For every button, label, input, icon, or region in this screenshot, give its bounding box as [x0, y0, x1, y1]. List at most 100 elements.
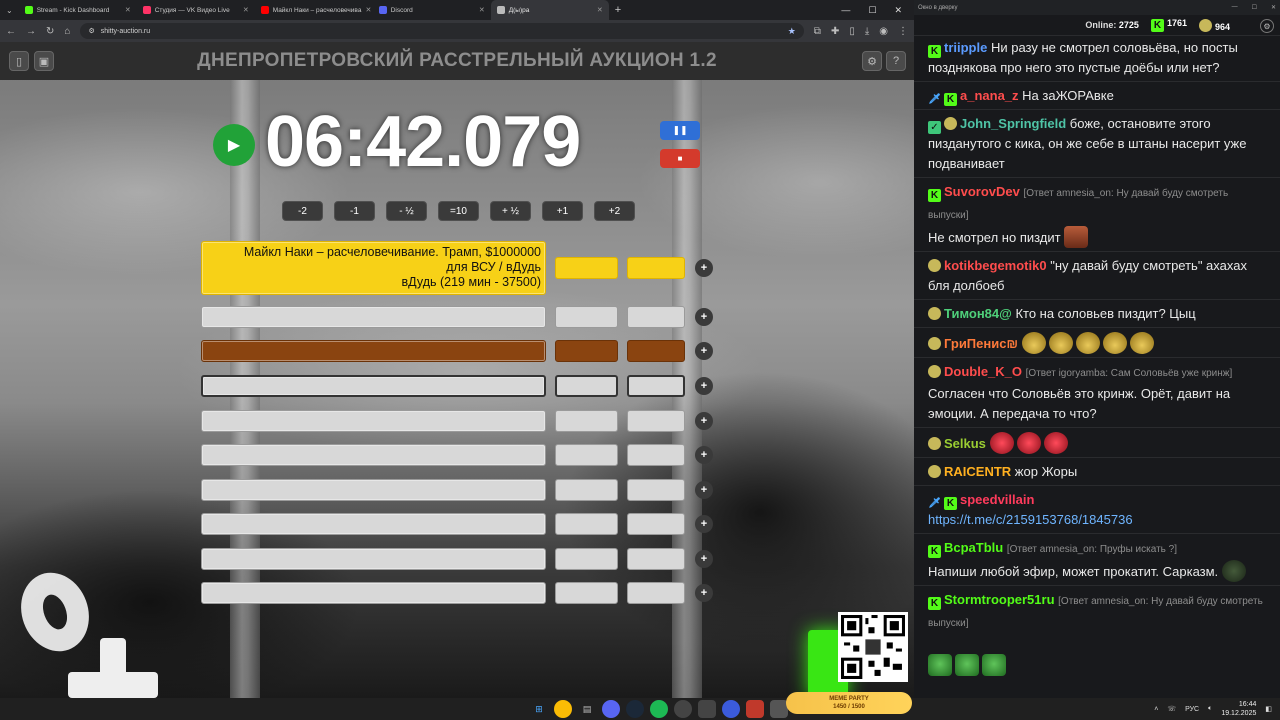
sidebar-icon[interactable]: ▯ — [849, 26, 855, 37]
lot-name-field[interactable] — [201, 306, 546, 328]
chat-username[interactable]: Double_K_O — [944, 364, 1022, 379]
url-field[interactable]: ⚙ shitty-auction.ru ★ — [80, 23, 804, 39]
notifications-icon[interactable]: ◧ — [1265, 705, 1272, 713]
spotify-icon[interactable] — [650, 700, 668, 718]
chat-username[interactable]: a_nana_z — [960, 88, 1019, 103]
tab-close-icon[interactable]: ✕ — [597, 6, 603, 14]
site-info-icon[interactable]: ⚙ — [88, 27, 94, 35]
lot-name-field[interactable] — [201, 582, 546, 604]
browser-tab[interactable]: Майкл Наки – расчеловечива ✕ — [255, 0, 373, 20]
timer-adjust-button[interactable]: -2 — [282, 201, 323, 221]
play-button[interactable]: ▶ — [213, 124, 255, 166]
stop-button[interactable]: ■ — [660, 149, 700, 168]
chat-minimize-icon[interactable]: — — [1232, 4, 1238, 11]
app-icon[interactable] — [746, 700, 764, 718]
timer-adjust-button[interactable]: + ½ — [490, 201, 531, 221]
chat-link[interactable]: https://t.me/c/2159153768/1845736 — [928, 512, 1133, 527]
chat-username[interactable]: triipple — [944, 40, 987, 55]
add-bid-button[interactable]: + — [695, 342, 713, 360]
lot-name-field[interactable] — [201, 479, 546, 501]
add-bid-button[interactable]: + — [695, 481, 713, 499]
tab-search-icon[interactable]: ⌄ — [0, 6, 19, 15]
timer-adjust-button[interactable]: +2 — [594, 201, 635, 221]
chat-username[interactable]: SuvorovDev — [944, 184, 1020, 199]
add-bid-button[interactable]: + — [695, 412, 713, 430]
lot-name-field[interactable]: Майкл Наки – расчеловечивание. Трамп, $1… — [201, 241, 546, 295]
chat-username[interactable]: Stormtrooper51ru — [944, 592, 1055, 607]
add-bid-button[interactable]: + — [695, 550, 713, 568]
add-bid-button[interactable]: + — [695, 377, 713, 395]
chat-username[interactable]: RAICENTR — [944, 464, 1011, 479]
lot-extra-field[interactable] — [627, 444, 685, 466]
network-icon[interactable]: ☏ — [1167, 705, 1176, 713]
timer-adjust-button[interactable]: =10 — [438, 201, 479, 221]
browser-tab[interactable]: Д(ы)ра ✕ — [490, 0, 609, 20]
tab-close-icon[interactable]: ✕ — [243, 6, 249, 14]
lot-name-field[interactable] — [201, 513, 546, 535]
pause-button[interactable]: ❚❚ — [660, 121, 700, 140]
chat-username[interactable]: BcpaTblu — [944, 540, 1003, 555]
lot-amount-field[interactable] — [555, 444, 618, 466]
obs-icon[interactable] — [674, 700, 692, 718]
lot-name-field[interactable] — [201, 410, 546, 432]
lot-name-field[interactable] — [201, 548, 546, 570]
tab-close-icon[interactable]: ✕ — [365, 6, 371, 14]
browser-menu-icon[interactable]: ⋮ — [898, 26, 908, 37]
lot-extra-field[interactable] — [627, 306, 685, 328]
browser-tab[interactable]: Студия — VK Видео Live ✕ — [137, 0, 255, 20]
lot-extra-field[interactable] — [627, 375, 685, 397]
add-bid-button[interactable]: + — [695, 584, 713, 602]
timer-adjust-button[interactable]: - ½ — [386, 201, 427, 221]
lot-name-field[interactable] — [201, 444, 546, 466]
tab-close-icon[interactable]: ✕ — [125, 6, 131, 14]
lot-amount-field[interactable] — [555, 306, 618, 328]
reload-icon[interactable]: ↻ — [46, 26, 54, 37]
save-button[interactable]: ▣ — [34, 51, 54, 71]
browser-tab[interactable]: Stream - Kick Dashboard ✕ — [19, 0, 137, 20]
terminal-icon[interactable] — [698, 700, 716, 718]
lot-extra-field[interactable] — [627, 513, 685, 535]
lot-amount-field[interactable] — [555, 479, 618, 501]
lot-amount-field[interactable] — [555, 257, 618, 279]
maximize-icon[interactable]: ☐ — [868, 5, 876, 16]
extension-icon[interactable]: ⧉ — [814, 26, 821, 37]
help-icon[interactable]: ? — [886, 51, 906, 71]
close-icon[interactable]: ✕ — [894, 5, 902, 16]
language-indicator[interactable]: РУС — [1185, 706, 1199, 713]
lot-name-field[interactable] — [201, 340, 546, 362]
timer-adjust-button[interactable]: -1 — [334, 201, 375, 221]
clock[interactable]: 16:44 19.12.2025 — [1221, 700, 1256, 718]
lot-amount-field[interactable] — [555, 513, 618, 535]
profile-icon[interactable]: ◉ — [879, 26, 888, 37]
forward-icon[interactable]: → — [26, 26, 36, 37]
lot-extra-field[interactable] — [627, 257, 685, 279]
start-icon[interactable]: ⊞ — [530, 700, 548, 718]
bookmark-star-icon[interactable]: ★ — [788, 26, 796, 37]
lot-extra-field[interactable] — [627, 410, 685, 432]
lot-amount-field[interactable] — [555, 375, 618, 397]
lot-amount-field[interactable] — [555, 582, 618, 604]
download-icon[interactable]: ⤓ — [865, 26, 869, 37]
steam-icon[interactable] — [626, 700, 644, 718]
chat-username[interactable]: kotikbegemotik0 — [944, 258, 1047, 273]
media-player-icon[interactable] — [722, 700, 740, 718]
new-tab-button[interactable]: + — [609, 4, 627, 16]
lot-extra-field[interactable] — [627, 548, 685, 570]
back-icon[interactable]: ← — [6, 26, 16, 37]
chat-username[interactable]: Тимон84@ — [944, 306, 1012, 321]
lot-extra-field[interactable] — [627, 340, 685, 362]
add-bid-button[interactable]: + — [695, 308, 713, 326]
settings-gear-icon[interactable]: ⚙ — [862, 51, 882, 71]
file-explorer-icon[interactable]: ▤ — [578, 700, 596, 718]
chat-username[interactable]: Selkus — [944, 436, 986, 451]
lot-extra-field[interactable] — [627, 582, 685, 604]
lot-amount-field[interactable] — [555, 548, 618, 570]
lot-name-field[interactable] — [201, 375, 546, 397]
minimize-icon[interactable]: — — [841, 5, 850, 16]
chat-close-icon[interactable]: ✕ — [1271, 4, 1276, 11]
tray-expand-icon[interactable]: ˄ — [1154, 706, 1158, 713]
tab-close-icon[interactable]: ✕ — [479, 6, 485, 14]
chrome-icon[interactable] — [554, 700, 572, 718]
sidebar-toggle-button[interactable]: ▯ — [9, 51, 29, 71]
volume-icon[interactable]: 🔈︎ — [1208, 705, 1212, 713]
